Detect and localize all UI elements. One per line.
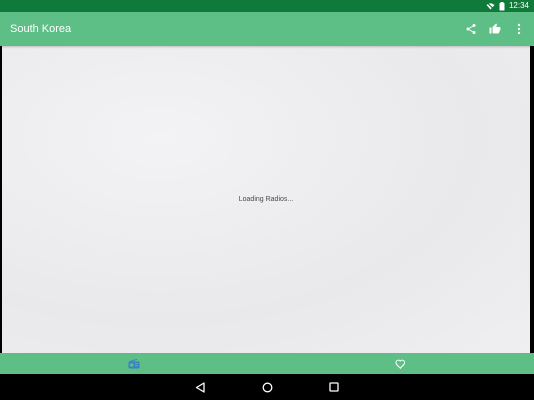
more-options-button[interactable]: [512, 22, 526, 36]
navigation-bar: [0, 374, 534, 400]
share-icon: [466, 24, 476, 34]
battery-icon: [499, 1, 505, 11]
wifi-off-icon: [486, 2, 495, 10]
page-title: South Korea: [10, 23, 72, 35]
thumbs-up-icon: [489, 23, 501, 34]
content-area: Loading Radios...: [2, 46, 530, 353]
more-vert-icon: [517, 23, 521, 35]
heart-icon: [395, 359, 406, 369]
tab-favorites[interactable]: [267, 353, 534, 374]
app-screen: 12:34 South Korea Loading Radios...: [0, 0, 534, 400]
status-icons: 12:34: [486, 0, 529, 12]
loading-text: Loading Radios...: [238, 196, 294, 203]
status-time: 12:34: [508, 1, 529, 10]
like-button[interactable]: [488, 22, 502, 36]
home-button[interactable]: [252, 374, 282, 400]
radio-icon: [128, 358, 139, 368]
app-bar-actions: [464, 12, 526, 46]
back-icon: [195, 381, 205, 393]
share-button[interactable]: [464, 22, 478, 36]
app-bar: South Korea: [0, 12, 534, 46]
recents-icon: [329, 382, 339, 392]
bottom-tab-bar: [0, 353, 534, 374]
status-bar: 12:34: [0, 0, 534, 12]
back-button[interactable]: [185, 374, 215, 400]
recents-button[interactable]: [319, 374, 349, 400]
tab-radios[interactable]: [0, 353, 267, 374]
home-icon: [262, 382, 272, 392]
